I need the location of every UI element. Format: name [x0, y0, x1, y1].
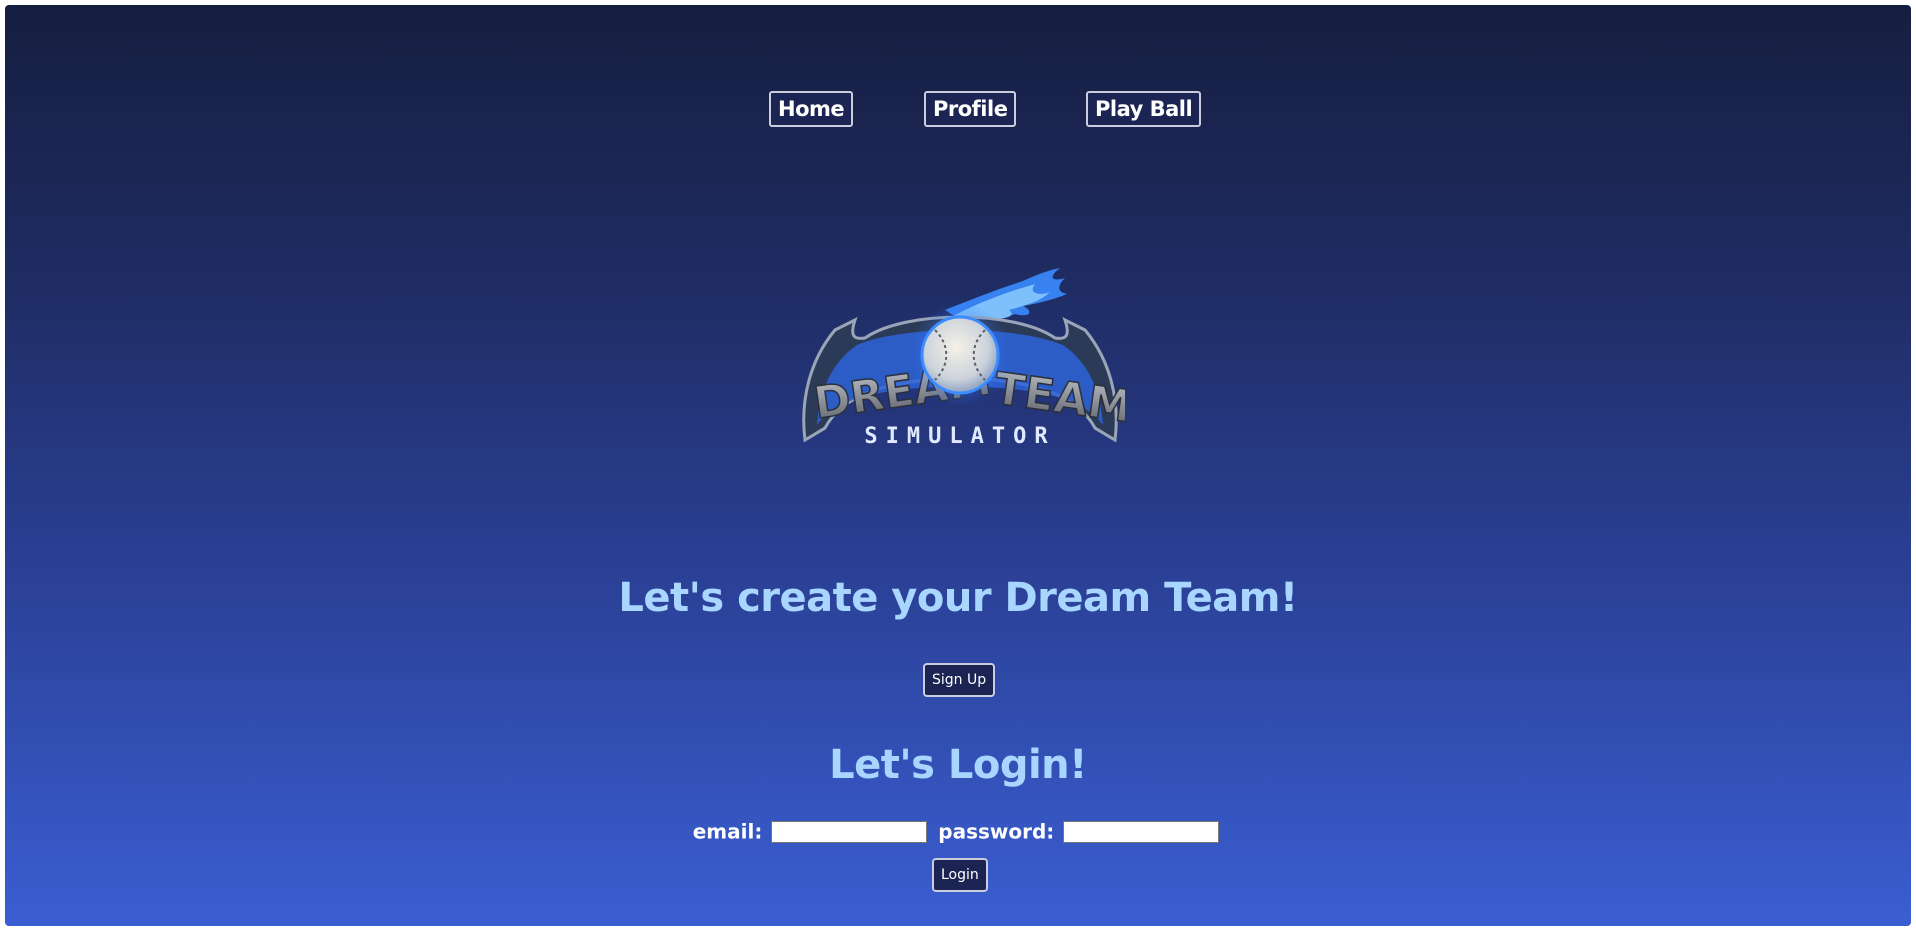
password-label: password:	[938, 819, 1055, 844]
email-label: email:	[692, 819, 763, 844]
page-frame: Home Profile Play Ball DREAM TEAM SIMULA…	[5, 5, 1911, 926]
nav-home-button[interactable]: Home	[769, 91, 854, 127]
dream-team-simulator-logo: DREAM TEAM SIMULATOR	[802, 268, 1125, 449]
top-nav: Home Profile Play Ball	[5, 85, 1911, 127]
nav-profile-button[interactable]: Profile	[924, 91, 1017, 127]
nav-play-ball-button[interactable]: Play Ball	[1086, 91, 1202, 127]
create-team-heading: Let's create your Dream Team!	[618, 575, 1298, 621]
login-button[interactable]: Login	[932, 858, 988, 892]
email-field[interactable]	[771, 820, 928, 843]
login-form: email: password:	[5, 818, 1911, 844]
login-heading: Let's Login!	[829, 742, 1087, 788]
logo-simulator-text: SIMULATOR	[864, 424, 1055, 449]
baseball-icon	[920, 315, 1000, 395]
password-field[interactable]	[1063, 820, 1220, 843]
sign-up-button[interactable]: Sign Up	[923, 663, 996, 697]
